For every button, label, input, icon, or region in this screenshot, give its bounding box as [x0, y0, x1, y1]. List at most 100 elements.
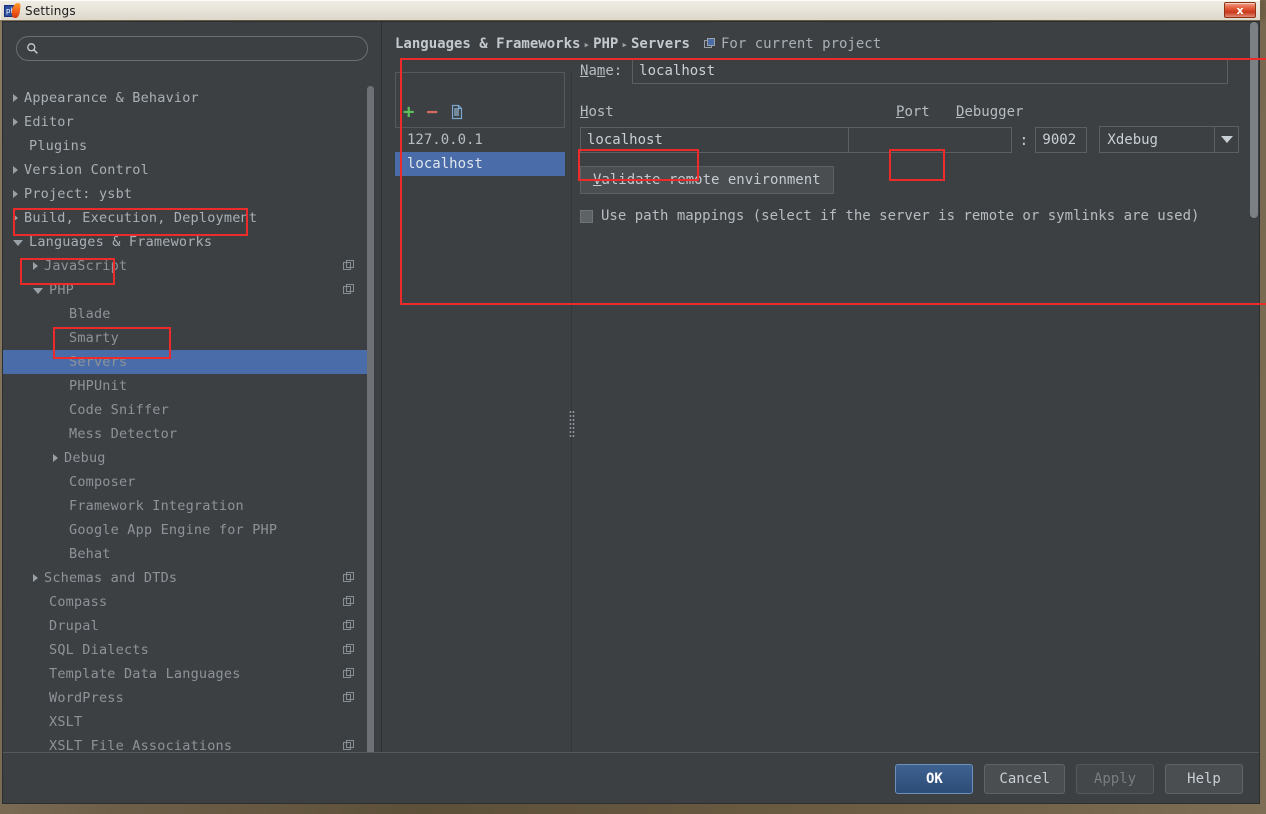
server-list-item[interactable]: localhost — [395, 152, 565, 176]
chevron-right-icon[interactable] — [13, 166, 18, 174]
sidebar-item-appearance-behavior[interactable]: Appearance & Behavior — [3, 86, 369, 110]
splitter-grip-icon — [569, 410, 575, 438]
search-input[interactable] — [45, 40, 345, 57]
use-path-mappings-checkbox[interactable] — [580, 209, 593, 223]
host-input-extension[interactable] — [849, 126, 1013, 153]
sidebar-item-label: Google App Engine for PHP — [69, 522, 278, 538]
project-scope-icon — [343, 644, 355, 656]
panel-splitter[interactable] — [568, 72, 576, 762]
host-port-colon: : — [1019, 130, 1029, 149]
sidebar-item-label: Drupal — [49, 618, 99, 634]
breadcrumb: Languages & Frameworks ▸ PHP ▸ Servers F… — [395, 36, 881, 52]
sidebar-item-template-data-languages[interactable]: Template Data Languages — [3, 662, 369, 686]
server-form: Name: Host Port Debugger : Xdebug — [580, 58, 1239, 224]
search-icon — [27, 43, 38, 54]
sidebar-item-label: Code Sniffer — [69, 402, 169, 418]
sidebar-item-plugins[interactable]: Plugins — [3, 134, 369, 158]
name-input[interactable] — [632, 58, 1229, 84]
sidebar-item-label: Template Data Languages — [49, 666, 241, 682]
sidebar-item-editor[interactable]: Editor — [3, 110, 369, 134]
sidebar-item-debug[interactable]: Debug — [3, 446, 369, 470]
project-scope-label: For current project — [721, 36, 882, 52]
host-label: Host — [580, 104, 614, 120]
sidebar-item-label: Composer — [69, 474, 136, 490]
sidebar-item-label: Editor — [24, 114, 74, 130]
sidebar-item-label: PHPUnit — [69, 378, 128, 394]
breadcrumb-part-1: Languages & Frameworks — [395, 36, 581, 52]
port-input[interactable] — [1035, 126, 1088, 153]
sidebar-item-behat[interactable]: Behat — [3, 542, 369, 566]
sidebar-scrollbar[interactable] — [367, 86, 374, 752]
chevron-down-icon[interactable] — [33, 288, 43, 294]
breadcrumb-part-2: PHP — [593, 36, 619, 52]
sidebar-item-servers[interactable]: Servers — [3, 350, 369, 374]
sidebar-item-xslt-file-associations[interactable]: XSLT File Associations — [3, 734, 369, 752]
server-list-item[interactable]: 127.0.0.1 — [395, 128, 565, 152]
sidebar-item-schemas-and-dtds[interactable]: Schemas and DTDs — [3, 566, 369, 590]
host-port-debugger-fields: : Xdebug — [580, 126, 1239, 153]
project-scope-icon — [704, 38, 715, 48]
remove-server-button[interactable]: − — [426, 103, 437, 122]
sidebar-item-google-app-engine-for-php[interactable]: Google App Engine for PHP — [3, 518, 369, 542]
project-scope-icon — [343, 692, 355, 704]
cancel-button[interactable]: Cancel — [984, 764, 1065, 794]
sidebar-item-build-execution-deployment[interactable]: Build, Execution, Deployment — [3, 206, 369, 230]
sidebar-item-phpunit[interactable]: PHPUnit — [3, 374, 369, 398]
sidebar-item-drupal[interactable]: Drupal — [3, 614, 369, 638]
sidebar-item-xslt[interactable]: XSLT — [3, 710, 369, 734]
chevron-right-icon[interactable] — [13, 214, 18, 222]
copy-server-button[interactable] — [450, 104, 465, 120]
sidebar-item-javascript[interactable]: JavaScript — [3, 254, 369, 278]
sidebar-item-label: Compass — [49, 594, 108, 610]
sidebar-item-php[interactable]: PHP — [3, 278, 369, 302]
help-button[interactable]: Help — [1165, 764, 1243, 794]
sidebar-item-smarty[interactable]: Smarty — [3, 326, 369, 350]
sidebar-item-label: Smarty — [69, 330, 119, 346]
server-list[interactable]: 127.0.0.1 localhost — [395, 127, 565, 762]
chevron-right-icon[interactable] — [53, 454, 58, 462]
chevron-right-icon[interactable] — [33, 262, 38, 270]
chevron-down-icon[interactable] — [13, 240, 23, 246]
sidebar-item-label: WordPress — [49, 690, 124, 706]
use-path-mappings-label: Use path mappings (select if the server … — [601, 208, 1200, 224]
sidebar-item-composer[interactable]: Composer — [3, 470, 369, 494]
search-box[interactable] — [16, 36, 368, 61]
content-scrollbar[interactable] — [1250, 22, 1258, 218]
sidebar-item-project-ysbt[interactable]: Project: ysbt — [3, 182, 369, 206]
project-scope-icon — [343, 668, 355, 680]
debugger-label: Debugger — [956, 104, 1024, 120]
sidebar-item-label: Servers — [69, 354, 128, 370]
sidebar-item-code-sniffer[interactable]: Code Sniffer — [3, 398, 369, 422]
breadcrumb-separator-icon: ▸ — [583, 37, 591, 51]
sidebar-item-blade[interactable]: Blade — [3, 302, 369, 326]
sidebar-item-label: Mess Detector — [69, 426, 178, 442]
chevron-right-icon[interactable] — [13, 94, 18, 102]
host-input[interactable] — [580, 126, 850, 153]
sidebar-item-label: Appearance & Behavior — [24, 90, 199, 106]
sidebar-item-label: Project: ysbt — [24, 186, 133, 202]
sidebar-item-version-control[interactable]: Version Control — [3, 158, 369, 182]
settings-content-panel: Languages & Frameworks ▸ PHP ▸ Servers F… — [382, 22, 1259, 762]
chevron-right-icon[interactable] — [33, 574, 38, 582]
sidebar-item-sql-dialects[interactable]: SQL Dialects — [3, 638, 369, 662]
sidebar-item-languages-frameworks[interactable]: Languages & Frameworks — [3, 230, 369, 254]
ok-button[interactable]: OK — [895, 764, 974, 794]
sidebar-item-compass[interactable]: Compass — [3, 590, 369, 614]
chevron-right-icon[interactable] — [13, 118, 18, 126]
chevron-right-icon[interactable] — [13, 190, 18, 198]
sidebar-item-label: Framework Integration — [69, 498, 244, 514]
host-port-debugger-labels: Host Port Debugger — [580, 100, 1239, 120]
close-icon[interactable]: x — [1224, 2, 1256, 18]
add-server-button[interactable]: + — [403, 103, 414, 122]
sidebar-item-label: Debug — [64, 450, 106, 466]
validate-remote-environment-button[interactable]: Validate remote environment — [580, 166, 834, 194]
sidebar-item-framework-integration[interactable]: Framework Integration — [3, 494, 369, 518]
debugger-selected-value: Xdebug — [1107, 131, 1158, 148]
settings-tree[interactable]: Appearance & Behavior Editor Plugins Versio… — [3, 86, 369, 752]
project-scope-icon — [343, 740, 355, 752]
use-path-mappings-row[interactable]: Use path mappings (select if the server … — [580, 208, 1239, 224]
debugger-select[interactable]: Xdebug — [1099, 126, 1239, 153]
validate-button-label-rest: alidate remote environment — [601, 172, 821, 188]
sidebar-item-mess-detector[interactable]: Mess Detector — [3, 422, 369, 446]
sidebar-item-wordpress[interactable]: WordPress — [3, 686, 369, 710]
